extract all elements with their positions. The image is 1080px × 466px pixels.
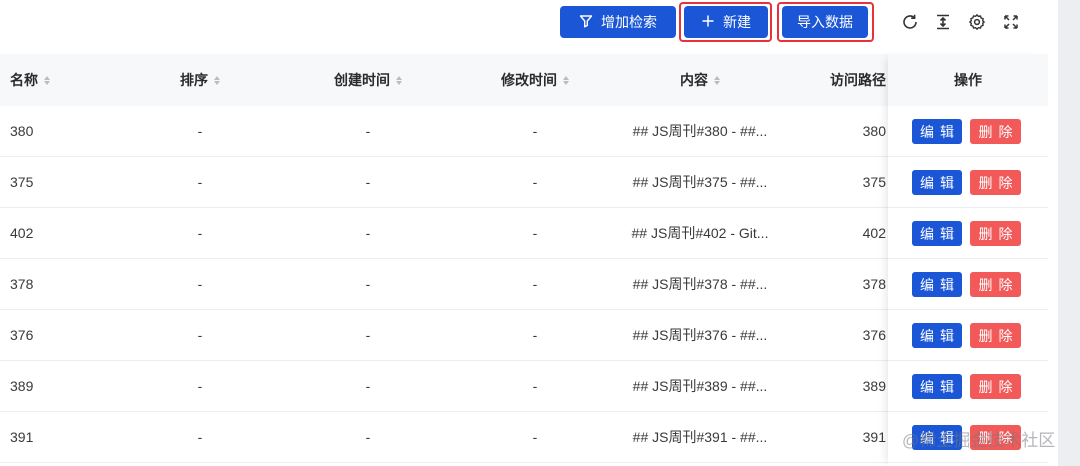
cell-created: - [365,327,371,343]
cell-modified: - [532,429,538,445]
column-header-created[interactable]: 创建时间 [288,54,448,106]
actions-cell: 编辑 删除 [888,106,1048,157]
cell-modified: - [532,225,538,241]
actions-column: 操作 编辑 删除 编辑 删除 编辑 删除 编辑 删除 编辑 删除 编辑 删除 编辑 删除 [888,54,1048,466]
cell-content: ## JS周刊#380 - ##... [632,123,768,139]
plus-icon [701,14,715,31]
add-search-button[interactable]: 增加检索 [560,6,676,38]
column-header-content[interactable]: 内容 [620,54,780,106]
cell-sort: - [197,327,203,343]
column-header-sort[interactable]: 排序 [120,54,280,106]
cell-sort: - [197,174,203,190]
actions-cell: 编辑 删除 [888,361,1048,412]
cell-modified: - [532,378,538,394]
cell-sort: - [197,378,203,394]
right-gutter [1058,0,1080,466]
cell-content: ## JS周刊#391 - ##... [632,429,768,445]
fullscreen-icon[interactable] [1000,11,1022,33]
import-data-label: 导入数据 [797,14,853,30]
cell-created: - [365,123,371,139]
filter-icon [579,14,593,31]
cell-name: 389 [10,378,34,394]
delete-button[interactable]: 删除 [970,170,1021,195]
edit-button[interactable]: 编辑 [912,170,962,195]
cell-sort: - [197,123,203,139]
import-data-button[interactable]: 导入数据 [782,6,868,38]
column-header-modified[interactable]: 修改时间 [455,54,615,106]
sort-icon[interactable] [214,75,220,85]
cell-path: 380 [862,123,886,139]
cell-name: 378 [10,276,34,292]
delete-button[interactable]: 删除 [970,374,1021,399]
cell-content: ## JS周刊#378 - ##... [632,276,768,292]
cell-content: ## JS周刊#376 - ##... [632,327,768,343]
settings-icon[interactable] [966,11,988,33]
cell-path: 375 [862,174,886,190]
edit-button[interactable]: 编辑 [912,221,962,246]
cell-created: - [365,276,371,292]
cell-sort: - [197,429,203,445]
edit-button[interactable]: 编辑 [912,374,962,399]
new-label: 新建 [723,14,751,30]
column-header-actions: 操作 [888,54,1048,106]
cell-name: 375 [10,174,34,190]
cell-path: 391 [862,429,886,445]
cell-name: 402 [10,225,34,241]
actions-cell: 编辑 删除 [888,208,1048,259]
cell-content: ## JS周刊#389 - ##... [632,378,768,394]
add-search-label: 增加检索 [601,14,657,30]
edit-button[interactable]: 编辑 [912,272,962,297]
cell-path: 389 [862,378,886,394]
actions-cell: 编辑 删除 [888,310,1048,361]
page: 增加检索 新建 导入数据 名称 排序 创建时间 修改时间 内容 访问路径 380… [0,0,1080,466]
refresh-icon[interactable] [899,11,921,33]
delete-button[interactable]: 删除 [970,221,1021,246]
cell-created: - [365,378,371,394]
cell-content: ## JS周刊#402 - Git... [631,225,769,241]
actions-cell: 编辑 删除 [888,157,1048,208]
cell-name: 380 [10,123,34,139]
cell-path: 378 [862,276,886,292]
edit-button[interactable]: 编辑 [912,323,962,348]
actions-cell: 编辑 删除 [888,259,1048,310]
cell-path: 402 [862,225,886,241]
cell-created: - [365,225,371,241]
cell-created: - [365,174,371,190]
cell-sort: - [197,276,203,292]
cell-name: 376 [10,327,34,343]
cell-modified: - [532,174,538,190]
cell-name: 391 [10,429,34,445]
cell-path: 376 [862,327,886,343]
cell-modified: - [532,276,538,292]
cell-created: - [365,429,371,445]
sort-icon[interactable] [563,75,569,85]
watermark-text: @稀土掘金技术社区 [902,430,1056,450]
delete-button[interactable]: 删除 [970,272,1021,297]
data-table: 名称 排序 创建时间 修改时间 内容 访问路径 380 - - - ## JS周刊… [0,54,1048,466]
cell-content: ## JS周刊#375 - ##... [632,174,768,190]
edit-button[interactable]: 编辑 [912,119,962,144]
toolbar: 增加检索 新建 导入数据 [0,0,1058,46]
new-button[interactable]: 新建 [684,6,768,38]
sort-icon[interactable] [396,75,402,85]
cell-sort: - [197,225,203,241]
watermark: @稀土掘金技术社区 [902,424,1055,452]
column-header-name[interactable]: 名称 [0,54,80,106]
sort-icon[interactable] [714,75,720,85]
sort-icon[interactable] [44,75,50,85]
cell-modified: - [532,123,538,139]
delete-button[interactable]: 删除 [970,119,1021,144]
column-header-path: 访问路径 [830,72,886,88]
delete-button[interactable]: 删除 [970,323,1021,348]
density-icon[interactable] [932,11,954,33]
cell-modified: - [532,327,538,343]
